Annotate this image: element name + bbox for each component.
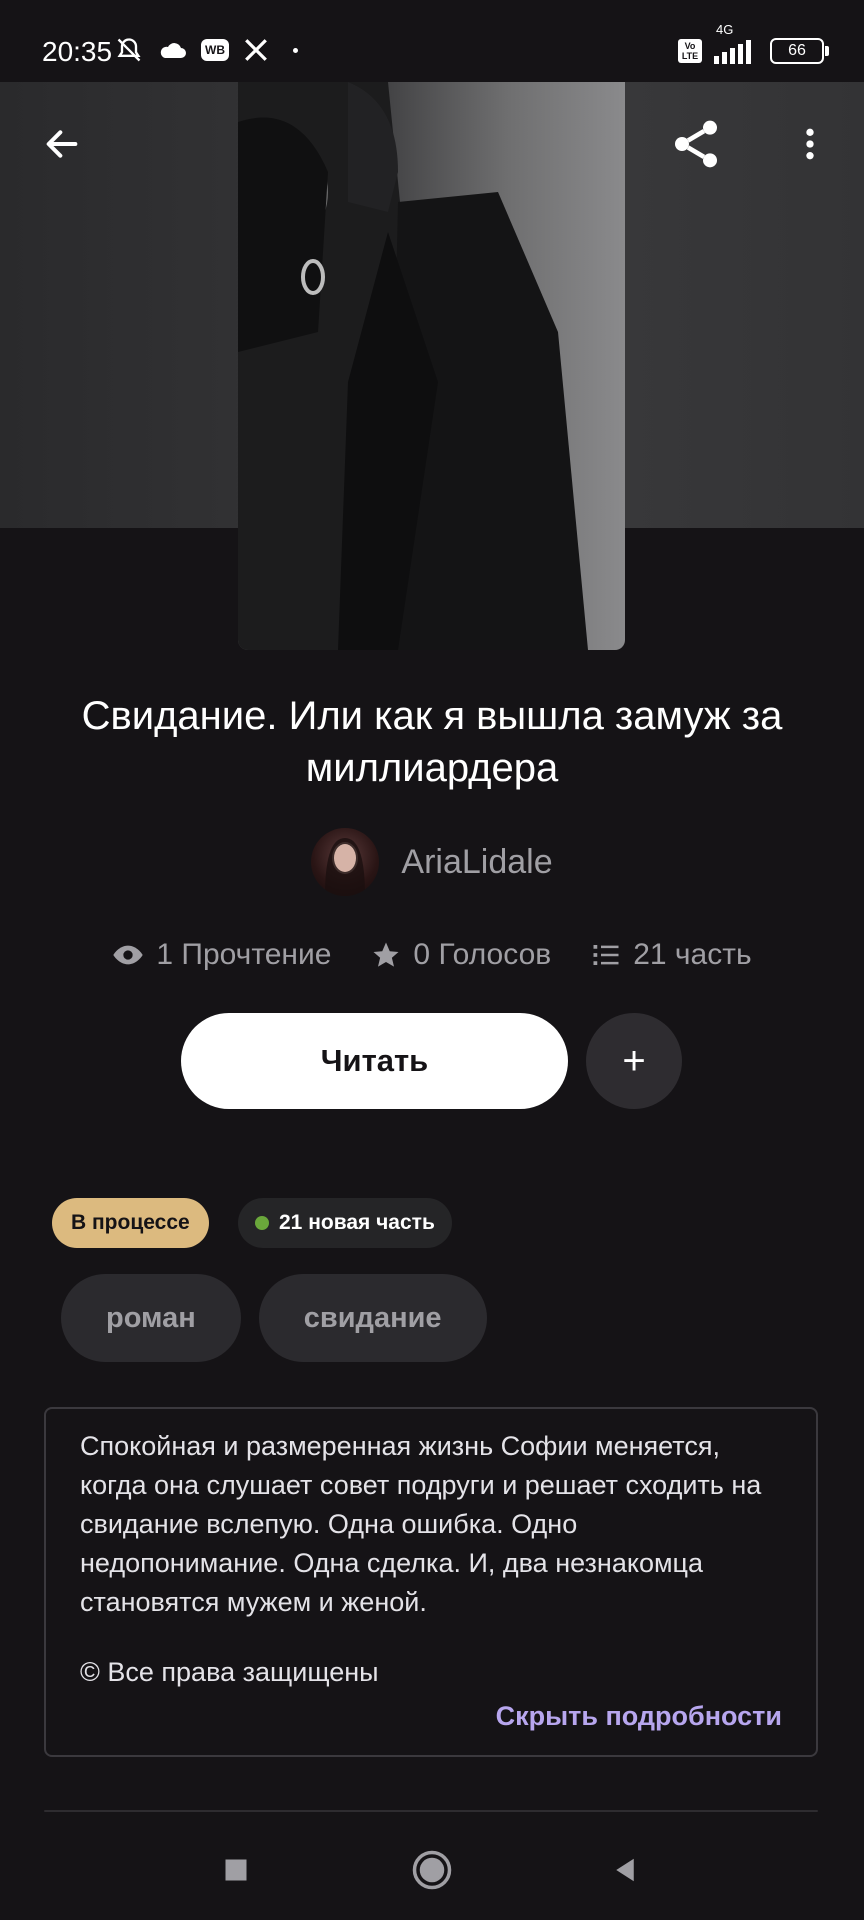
cover-illustration: [238, 82, 588, 650]
bell-off-icon: [117, 38, 141, 62]
new-indicator-dot: [255, 1216, 269, 1230]
avatar-image: [325, 838, 366, 896]
tag-chip[interactable]: роман: [61, 1274, 241, 1362]
tag-chip[interactable]: свидание: [258, 1274, 487, 1362]
volte-indicator: Vo LTE: [678, 39, 702, 63]
notification-icons: WB: [115, 36, 298, 64]
list-icon: [593, 945, 619, 965]
status-time: 20:35: [42, 36, 113, 67]
section-divider: [44, 1810, 818, 1812]
author-avatar[interactable]: [311, 828, 380, 896]
arrow-left-icon: [46, 130, 78, 158]
system-status: Vo LTE 4G 66: [678, 22, 829, 64]
share-button[interactable]: [664, 112, 728, 176]
x-app-icon: [245, 39, 267, 61]
parts-count: 21 часть: [633, 938, 752, 971]
stat-votes: 0 Голосов: [371, 938, 551, 972]
new-parts-badge: 21 новая часть: [238, 1198, 452, 1248]
system-nav-bar: [0, 1820, 864, 1920]
status-badge: В процессе: [52, 1198, 209, 1248]
hide-details-link[interactable]: Скрыть подробности: [496, 1701, 782, 1732]
back-button[interactable]: [30, 112, 94, 176]
more-notifications-dot: [293, 47, 298, 53]
signal-icon: [714, 40, 751, 64]
story-stats: 1 Прочтение 0 Голосов 21 часть: [0, 938, 864, 972]
add-to-library-button[interactable]: +: [586, 1013, 682, 1109]
book-cover[interactable]: [238, 82, 625, 650]
new-parts-label: 21 новая часть: [279, 1211, 435, 1234]
star-icon: [373, 942, 399, 967]
back-nav-button[interactable]: [590, 1840, 660, 1900]
network-type: 4G: [716, 22, 734, 37]
story-title: Свидание. Или как я вышла замуж за милли…: [81, 694, 783, 790]
recents-button[interactable]: [201, 1840, 271, 1900]
votes-count: 0 Голосов: [413, 938, 552, 971]
copyright-text: © Все права защищены: [80, 1657, 379, 1687]
more-vertical-icon: [806, 128, 814, 160]
triangle-back-icon: [616, 1858, 634, 1882]
stat-reads: 1 Прочтение: [112, 938, 331, 972]
description-box: Спокойная и размеренная жизнь Софии меня…: [44, 1407, 818, 1757]
battery-indicator: 66: [770, 38, 829, 64]
home-button[interactable]: [397, 1840, 467, 1900]
eye-icon: [113, 945, 144, 965]
reads-count: 1 Прочтение: [156, 938, 332, 971]
story-description: Спокойная и размеренная жизнь Софии меня…: [80, 1431, 762, 1617]
read-button[interactable]: Читать: [181, 1013, 568, 1109]
tag-list: роман свидание: [61, 1274, 487, 1362]
more-options-button[interactable]: [778, 112, 842, 176]
stat-parts: 21 часть: [591, 938, 752, 972]
share-icon: [675, 120, 717, 168]
square-icon: [225, 1859, 247, 1881]
wb-app-icon: WB: [201, 39, 229, 61]
status-bar: 20:35 WB Vo LTE 4G 66: [0, 0, 864, 82]
author-name[interactable]: AriaLidale: [401, 843, 552, 882]
circle-home-icon: [412, 1850, 452, 1890]
author-row[interactable]: AriaLidale: [0, 828, 864, 896]
cloud-icon: [160, 43, 186, 58]
